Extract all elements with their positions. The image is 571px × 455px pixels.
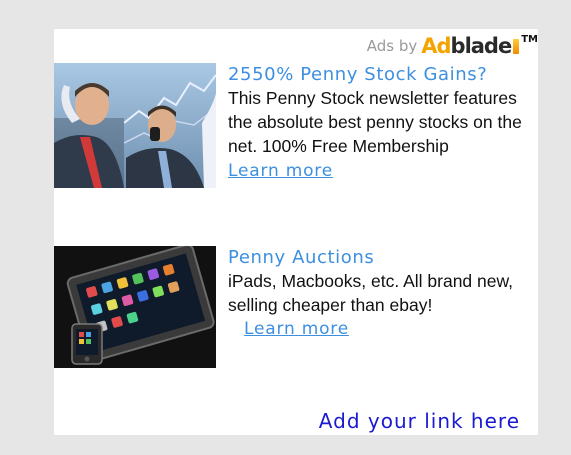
trademark-symbol: TM bbox=[521, 34, 538, 45]
add-your-link-button[interactable]: Add your link here bbox=[319, 409, 520, 433]
ad-1-description: This Penny Stock newsletter features the… bbox=[228, 86, 534, 182]
ad-2-learn-more-link[interactable]: Learn more bbox=[244, 319, 349, 339]
tablet-and-phone-icon bbox=[54, 246, 216, 368]
ad-1-title-link[interactable]: 2550% Penny Stock Gains? bbox=[228, 63, 534, 86]
ad-2-text: Penny Auctions iPads, Macbooks, etc. All… bbox=[228, 246, 534, 339]
ads-by-label: Ads by bbox=[366, 37, 418, 55]
ad-2-title-link[interactable]: Penny Auctions bbox=[228, 246, 534, 269]
logo-ad-text: Ad bbox=[421, 34, 451, 58]
logo-mark-icon bbox=[513, 38, 520, 54]
ad-1-text: 2550% Penny Stock Gains? This Penny Stoc… bbox=[228, 63, 534, 182]
logo-blade-text: blade bbox=[450, 34, 513, 58]
ad-1-image[interactable] bbox=[54, 63, 216, 188]
ad-2-image[interactable] bbox=[54, 246, 216, 368]
ads-by-adblade[interactable]: Ads by Ad blade TM bbox=[366, 34, 538, 58]
adblade-logo[interactable]: Ad blade TM bbox=[421, 34, 538, 58]
ad-1-description-text: This Penny Stock newsletter features the… bbox=[228, 88, 522, 156]
ad-2-description: iPads, Macbooks, etc. All brand new, sel… bbox=[228, 269, 534, 317]
ad-panel: Ads by Ad blade TM 2550% Penny Stock Gai… bbox=[54, 29, 538, 435]
ad-1-learn-more-link[interactable]: Learn more bbox=[228, 160, 480, 182]
businessmen-phone-icon bbox=[54, 63, 216, 188]
ad-widget-frame: Ads by Ad blade TM 2550% Penny Stock Gai… bbox=[0, 0, 571, 455]
ad-2-description-text: iPads, Macbooks, etc. All brand new, sel… bbox=[228, 271, 514, 315]
